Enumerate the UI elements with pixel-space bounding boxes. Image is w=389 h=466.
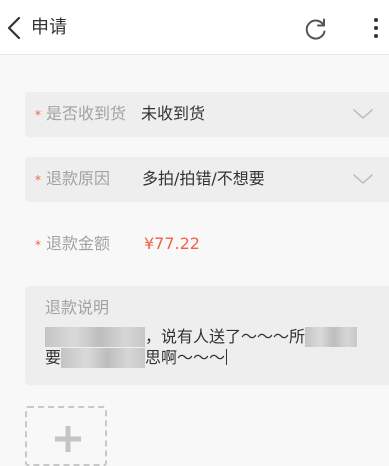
received-goods-value: 未收到货 [141, 104, 206, 123]
chevron-down-icon [353, 174, 373, 184]
required-mark: * [35, 108, 41, 122]
refund-description-textarea[interactable]: 退款说明 ，说有人送了～～～所 要 思啊～～～ [25, 286, 389, 385]
received-goods-select[interactable]: * 是否收到货 未收到货 [25, 92, 389, 137]
refund-description-text: ，说有人送了～～～所 要 思啊～～～ [45, 326, 389, 368]
add-photo-button[interactable] [25, 406, 107, 466]
refund-reason-label: 退款原因 [46, 169, 111, 188]
more-vertical-icon[interactable] [370, 17, 382, 39]
description-line: ，说有人送了～～～所 [45, 326, 389, 347]
chevron-left-icon[interactable] [4, 15, 26, 41]
redacted-text [45, 327, 145, 347]
page-title: 申请 [31, 17, 67, 38]
description-text-segment: ，说有人送了～～～所 [145, 327, 306, 346]
refund-description-label: 退款说明 [45, 298, 110, 317]
refund-reason-value: 多拍/拍错/不想要 [142, 169, 265, 188]
text-cursor [226, 349, 228, 365]
refund-amount-row: * 退款金额 ¥77.22 [25, 222, 389, 267]
received-goods-label: 是否收到货 [46, 104, 127, 123]
refund-amount-label: 退款金额 [46, 234, 111, 253]
redacted-text [61, 348, 146, 368]
description-text-segment: 思啊～～～ [145, 348, 226, 367]
description-text-segment: 要 [45, 348, 62, 367]
refresh-icon[interactable] [303, 16, 329, 42]
description-line: 要 思啊～～～ [45, 347, 389, 368]
required-mark: * [35, 173, 41, 187]
top-bar: 申请 [0, 0, 389, 55]
required-mark: * [35, 238, 41, 252]
plus-icon [55, 426, 81, 452]
refund-amount-value: ¥77.22 [144, 234, 200, 253]
chevron-down-icon [353, 109, 373, 119]
redacted-text [305, 327, 358, 347]
refund-reason-select[interactable]: * 退款原因 多拍/拍错/不想要 [25, 157, 389, 202]
